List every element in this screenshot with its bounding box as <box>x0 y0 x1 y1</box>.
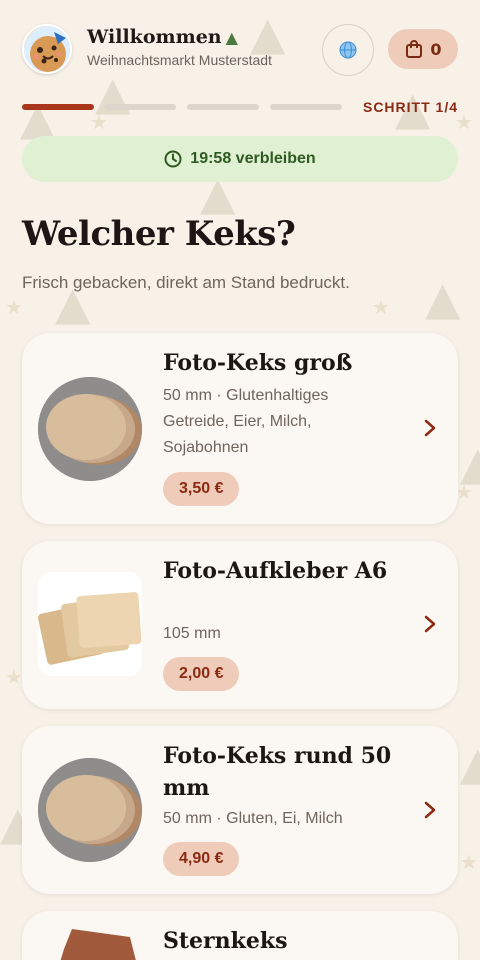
cart-count: 0 <box>430 39 442 59</box>
timer-text: 19:58 verbleiben <box>190 150 316 167</box>
product-title: Foto-Aufkleber A6 <box>163 558 388 584</box>
product-price: 2,00 € <box>163 657 240 691</box>
product-title: Sternkeks <box>163 928 288 954</box>
product-image <box>38 377 142 481</box>
step-label: SCHRITT 1/4 <box>362 99 458 115</box>
shopping-bag-icon <box>406 40 423 58</box>
product-image <box>38 572 142 676</box>
cookie-photo <box>38 758 142 862</box>
product-title: Foto-Keks groß <box>163 350 353 376</box>
clock-icon <box>164 150 182 168</box>
product-image <box>38 929 142 960</box>
welcome-title: Willkommen <box>87 26 222 48</box>
product-card-foto-aufkleber-a6[interactable]: Foto-Aufkleber A6 105 mm 2,00 € <box>22 541 458 709</box>
product-description: 50 mm · Glutenhaltiges Getreide, Eier, M… <box>163 387 329 456</box>
tree-decoration-icon: ▲ <box>20 91 56 145</box>
product-title: Foto-Keks rund 50 mm <box>163 743 392 801</box>
star-decoration-icon: ★ <box>90 110 108 134</box>
progress-step-1 <box>22 104 94 110</box>
progress-step-4 <box>270 104 342 110</box>
chevron-right-icon <box>424 801 436 819</box>
product-price: 4,90 € <box>163 842 240 876</box>
chevron-right-icon <box>424 419 436 437</box>
tree-decoration-icon: ▲ <box>425 271 461 325</box>
cookie-icon <box>24 26 70 72</box>
globe-icon <box>339 41 357 59</box>
star-decoration-icon: ★ <box>5 665 23 689</box>
cart-button[interactable]: 0 <box>388 29 458 69</box>
product-price: 3,50 € <box>163 472 240 506</box>
star-cookie-photo <box>60 929 136 960</box>
progress-step-2 <box>104 104 176 110</box>
progress-step-3 <box>187 104 259 110</box>
product-card-sternkeks[interactable]: Sternkeks <box>22 911 458 960</box>
star-decoration-icon: ★ <box>460 850 478 874</box>
product-image <box>38 758 142 862</box>
app-header: Willkommen ▲ Weihnachtsmarkt Musterstadt … <box>22 24 458 76</box>
language-button[interactable] <box>322 24 374 76</box>
cookie-photo <box>38 377 142 481</box>
biscuit-photo <box>38 572 142 676</box>
tree-decoration-icon: ▲ <box>460 436 480 490</box>
product-card-foto-keks-gross[interactable]: Foto-Keks groß 50 mm · Glutenhaltiges Ge… <box>22 333 458 524</box>
product-card-foto-keks-rund[interactable]: Foto-Keks rund 50 mm 50 mm · Gluten, Ei,… <box>22 726 458 894</box>
market-name: Weihnachtsmarkt Musterstadt <box>87 52 272 68</box>
star-decoration-icon: ★ <box>372 295 390 319</box>
chevron-right-icon <box>424 615 436 633</box>
tree-decoration-icon: ▲ <box>460 736 480 790</box>
step-progress <box>22 104 344 112</box>
star-decoration-icon: ★ <box>5 295 23 319</box>
product-description: 50 mm · Gluten, Ei, Milch <box>163 810 343 827</box>
timer-banner: 19:58 verbleiben <box>22 136 458 182</box>
page-lead: Frisch gebacken, direkt am Stand bedruck… <box>22 273 350 292</box>
christmas-tree-icon: ▲ <box>225 28 238 47</box>
cookie-logo <box>22 24 72 74</box>
page-title: Welcher Keks? <box>22 214 296 254</box>
product-description: 105 mm <box>163 625 221 642</box>
